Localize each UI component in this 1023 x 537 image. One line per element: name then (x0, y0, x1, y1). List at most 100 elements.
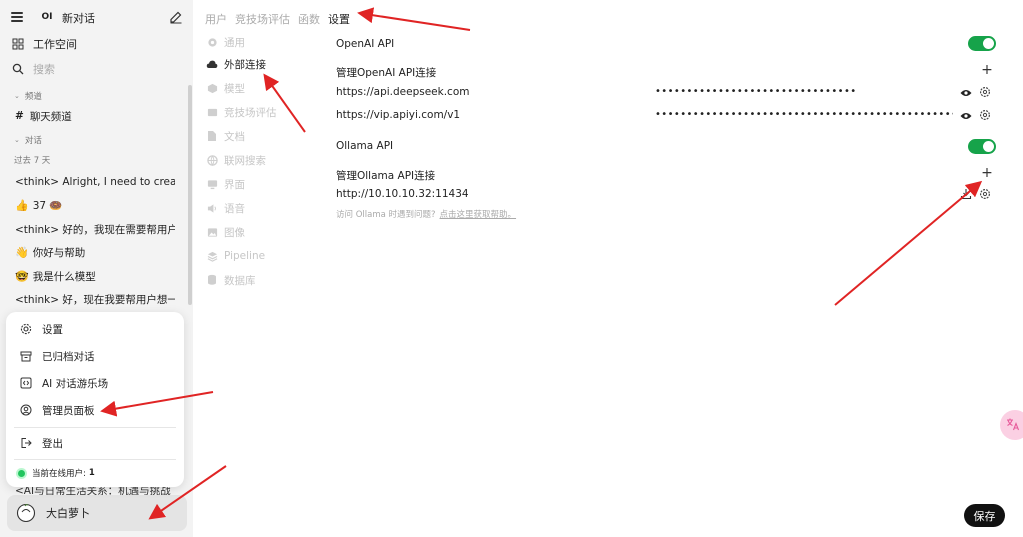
channels-section-toggle[interactable]: ⌄ 频道 (14, 90, 42, 102)
nav-interface[interactable]: 界面 (206, 175, 316, 193)
conversation-item[interactable]: 👍 37 🍩 (15, 196, 175, 214)
menu-logout[interactable]: 登出 (19, 433, 63, 453)
document-icon (206, 130, 218, 142)
menu-item-label: AI 对话游乐场 (42, 377, 109, 390)
conversation-title: 我是什么模型 (32, 270, 96, 283)
ollama-api-title: Ollama API (336, 140, 394, 152)
search-input[interactable]: 搜索 (11, 60, 55, 78)
ollama-help-question: 访问 Ollama 时遇到问题? (336, 210, 436, 220)
conversation-title: <think> 好的，我现在需要帮用户生 (15, 223, 175, 236)
speaker-icon (206, 202, 218, 214)
tab-settings[interactable]: 设置 (328, 11, 350, 27)
user-profile-button[interactable]: 大白萝卜 (7, 495, 187, 531)
menu-settings[interactable]: 设置 (19, 319, 63, 339)
add-openai-connection-button[interactable]: + (981, 62, 993, 78)
online-label: 当前在线用户: (32, 469, 86, 479)
connection-url[interactable]: https://vip.apiyi.com/v1 (336, 109, 460, 121)
conversation-item[interactable]: <think> 好，现在我要帮用户想一个 (15, 290, 175, 308)
hash-icon: # (15, 110, 24, 122)
online-status-dot (18, 469, 25, 477)
tab-functions[interactable]: 函数 (298, 11, 320, 27)
chevron-down-icon: ⌄ (14, 92, 20, 100)
workspace-label: 工作空间 (33, 38, 77, 51)
nav-label: 界面 (224, 178, 245, 191)
nav-label: 模型 (224, 82, 245, 95)
conversation-item[interactable]: 🤓 我是什么模型 (15, 267, 175, 285)
download-icon[interactable] (960, 188, 972, 200)
menu-archived-chats[interactable]: 已归档对话 (19, 346, 95, 366)
edit-icon[interactable] (169, 10, 183, 24)
menu-item-label: 已归档对话 (42, 350, 95, 363)
translate-float-button[interactable] (1000, 410, 1023, 440)
nav-label: 竞技场评估 (224, 106, 277, 119)
new-chat-link[interactable]: 新对话 (62, 10, 95, 26)
database-icon (206, 274, 218, 286)
menu-divider (14, 427, 176, 428)
time-group-label: 过去 7 天 (14, 156, 51, 166)
conversation-emoji: 🤓 (15, 269, 29, 283)
nav-audio[interactable]: 语音 (206, 199, 316, 217)
eye-icon[interactable] (960, 110, 972, 122)
api-key-field[interactable]: ••••••••••••••••••••••••••••••••••••••••… (655, 109, 953, 120)
nav-label: 数据库 (224, 274, 256, 287)
conversation-item[interactable]: 👋 你好与帮助 (15, 243, 175, 261)
channels-section-label: 频道 (24, 92, 42, 102)
grid-icon (11, 37, 25, 51)
archive-icon (19, 349, 33, 363)
logout-icon (19, 436, 33, 450)
nav-arena[interactable]: 竞技场评估 (206, 103, 316, 121)
nav-label: 外部连接 (224, 58, 266, 71)
conversation-title: 37 🍩 (32, 199, 63, 212)
online-count: 1 (88, 468, 95, 478)
avatar (16, 503, 36, 523)
openai-api-toggle[interactable] (968, 36, 996, 51)
sidebar-header: OI 新对话 (0, 6, 193, 30)
nav-models[interactable]: 模型 (206, 79, 316, 97)
nav-label: Pipeline (224, 250, 266, 262)
gear-icon (19, 322, 33, 336)
ollama-help-link[interactable]: 点击这里获取帮助。 (440, 210, 517, 220)
chats-section-toggle[interactable]: ⌄ 对话 (14, 134, 42, 146)
gear-icon[interactable] (979, 86, 991, 98)
conversation-emoji: 👍 (15, 198, 29, 212)
ollama-manage-label: 管理Ollama API连接 (336, 170, 436, 182)
save-button[interactable]: 保存 (964, 504, 1005, 527)
conversation-title: <think> 好，现在我要帮用户想一个 (15, 293, 175, 306)
tab-arena[interactable]: 竞技场评估 (235, 11, 290, 27)
nav-connections[interactable]: 外部连接 (206, 55, 316, 73)
gear-icon (206, 36, 218, 48)
menu-playground[interactable]: AI 对话游乐场 (19, 373, 108, 393)
conversation-item[interactable]: <think> 好的，我现在需要帮用户生 (15, 220, 175, 238)
connection-url[interactable]: https://api.deepseek.com (336, 86, 469, 98)
tab-users[interactable]: 用户 (205, 11, 227, 27)
nav-label: 联网搜索 (224, 154, 266, 167)
scale-icon (206, 106, 218, 118)
nav-images[interactable]: 图像 (206, 223, 316, 241)
nav-label: 图像 (224, 226, 245, 239)
search-placeholder: 搜索 (33, 63, 55, 76)
nav-documents[interactable]: 文档 (206, 127, 316, 145)
conversation-item[interactable]: <think> Alright, I need to create a (15, 173, 175, 191)
nav-pipeline[interactable]: Pipeline (206, 247, 316, 265)
api-key-field[interactable]: •••••••••••••••••••••••••••••••• (655, 86, 945, 97)
app-logo: OI (41, 12, 53, 22)
eye-icon[interactable] (960, 87, 972, 99)
nav-general[interactable]: 通用 (206, 33, 316, 51)
add-ollama-connection-button[interactable]: + (981, 165, 993, 181)
gear-icon[interactable] (979, 188, 991, 200)
gear-icon[interactable] (979, 109, 991, 121)
conversation-title: <think> Alright, I need to create a (15, 176, 175, 188)
user-circle-icon (19, 403, 33, 417)
menu-icon[interactable] (11, 12, 23, 22)
menu-item-label: 登出 (42, 437, 63, 450)
nav-web-search[interactable]: 联网搜索 (206, 151, 316, 169)
sidebar-scrollbar[interactable] (188, 85, 192, 305)
search-icon (11, 62, 25, 76)
channel-item[interactable]: # 聊天频道 (15, 107, 175, 125)
ollama-url[interactable]: http://10.10.10.32:11434 (336, 188, 469, 200)
nav-database[interactable]: 数据库 (206, 271, 316, 289)
ollama-api-toggle[interactable] (968, 139, 996, 154)
menu-admin-panel[interactable]: 管理员面板 (19, 400, 95, 420)
nav-label: 文档 (224, 130, 245, 143)
workspace-link[interactable]: 工作空间 (11, 35, 77, 53)
